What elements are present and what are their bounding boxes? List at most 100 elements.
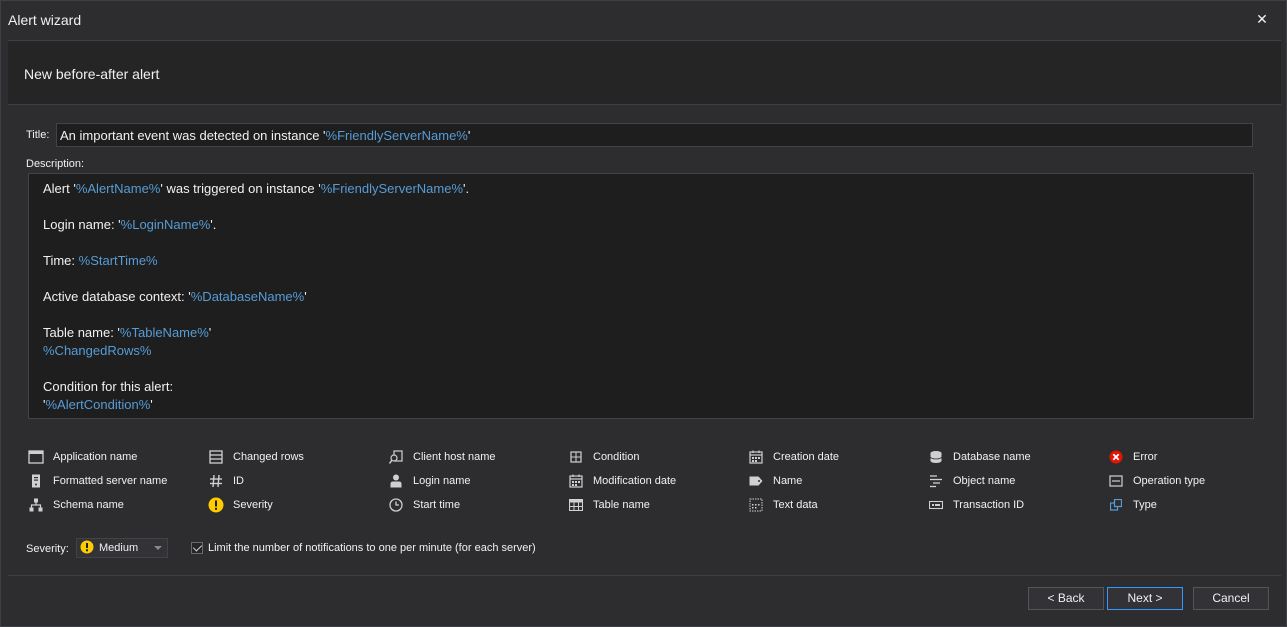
back-button[interactable]: < Back: [1028, 587, 1104, 610]
variable-token-severity[interactable]: Severity: [208, 496, 273, 514]
type-icon: [1108, 497, 1124, 513]
variable-token-formatted-server-name[interactable]: Formatted server name: [28, 472, 167, 490]
variable-token-database-name[interactable]: Database name: [928, 448, 1031, 466]
variable-token-transaction-id[interactable]: Transaction ID: [928, 496, 1024, 514]
token-label: Severity: [233, 499, 273, 511]
wizard-footer: < Back Next > Cancel: [8, 575, 1281, 621]
wizard-header: New before-after alert: [8, 40, 1281, 105]
transaction-icon: [928, 497, 944, 513]
token-label: Text data: [773, 499, 818, 511]
object-icon: [928, 473, 944, 489]
variable-token-table-name[interactable]: Table name: [568, 496, 650, 514]
token-label: Application name: [53, 451, 138, 463]
token-label: Changed rows: [233, 451, 304, 463]
calendar-icon: [568, 473, 584, 489]
token-label: Type: [1133, 499, 1157, 511]
variable-token-text-data[interactable]: Text data: [748, 496, 818, 514]
variable-token-schema-name[interactable]: Schema name: [28, 496, 124, 514]
token-label: Start time: [413, 499, 461, 511]
severity-value: Medium: [99, 542, 139, 554]
text-segment: '.: [210, 217, 217, 232]
error-icon: [1108, 449, 1124, 465]
text-segment: ': [150, 397, 153, 412]
text-segment: '.: [463, 181, 470, 196]
variable-token-start-time[interactable]: Start time: [388, 496, 460, 514]
wizard-body: Title: An important event was detected o…: [8, 105, 1281, 575]
token-label: Schema name: [53, 499, 124, 511]
user-icon: [388, 473, 404, 489]
title-label: Title:: [26, 129, 50, 141]
variable-placeholder: %LoginName%: [120, 217, 211, 232]
description-textarea[interactable]: Alert '%AlertName%' was triggered on ins…: [28, 173, 1254, 419]
variable-token-list: Application name Changed rows Client host …: [28, 445, 1278, 517]
limit-notifications-checkbox[interactable]: Limit the number of notifications to one…: [191, 542, 536, 554]
variable-token-operation-type[interactable]: Operation type: [1108, 472, 1205, 490]
description-line: [43, 270, 1239, 288]
severity-dropdown[interactable]: Medium: [76, 538, 168, 558]
severity-label: Severity:: [26, 543, 69, 555]
description-line: [43, 198, 1239, 216]
variable-token-changed-rows[interactable]: Changed rows: [208, 448, 304, 466]
operation-icon: [1108, 473, 1124, 489]
variable-token-login-name[interactable]: Login name: [388, 472, 471, 490]
host-search-icon: [388, 449, 404, 465]
next-button[interactable]: Next >: [1107, 587, 1183, 610]
chevron-down-icon: [154, 546, 162, 550]
text-segment: ': [304, 289, 307, 304]
variable-token-id[interactable]: ID: [208, 472, 244, 490]
text-segment: Active database context: ': [43, 289, 191, 304]
variable-token-application-name[interactable]: Application name: [28, 448, 137, 466]
token-label: Transaction ID: [953, 499, 1025, 511]
limit-notifications-label: Limit the number of notifications to one…: [208, 542, 536, 554]
description-line: Active database context: '%DatabaseName%…: [43, 288, 1239, 306]
token-label: ID: [233, 475, 244, 487]
variable-token-error[interactable]: Error: [1108, 448, 1157, 466]
text-segment: Login name: ': [43, 217, 121, 232]
token-label: Operation type: [1133, 475, 1206, 487]
variable-token-creation-date[interactable]: Creation date: [748, 448, 839, 466]
text-data-icon: [748, 497, 764, 513]
schema-icon: [28, 497, 44, 513]
variable-token-type[interactable]: Type: [1108, 496, 1157, 514]
description-label: Description:: [26, 158, 85, 170]
cancel-button[interactable]: Cancel: [1193, 587, 1269, 610]
table-icon: [568, 497, 584, 513]
variable-placeholder: %FriendlyServerName%: [325, 128, 468, 143]
close-icon[interactable]: ✕: [1252, 9, 1272, 29]
title-input[interactable]: An important event was detected on insta…: [56, 123, 1253, 147]
window-icon: [28, 449, 44, 465]
description-line: %ChangedRows%: [43, 342, 1239, 360]
variable-token-modification-date[interactable]: Modification date: [568, 472, 676, 490]
text-segment: Time:: [43, 253, 79, 268]
rows-icon: [208, 449, 224, 465]
variable-token-client-host-name[interactable]: Client host name: [388, 448, 496, 466]
token-label: Database name: [953, 451, 1031, 463]
token-label: Creation date: [773, 451, 840, 463]
description-line: [43, 306, 1239, 324]
variable-placeholder: %StartTime%: [78, 253, 158, 268]
token-label: Client host name: [413, 451, 496, 463]
token-label: Formatted server name: [53, 475, 168, 487]
variable-token-object-name[interactable]: Object name: [928, 472, 1015, 490]
token-label: Login name: [413, 475, 471, 487]
token-label: Condition: [593, 451, 640, 463]
token-label: Table name: [593, 499, 650, 511]
token-label: Object name: [953, 475, 1016, 487]
variable-placeholder: %TableName%: [119, 325, 209, 340]
token-label: Modification date: [593, 475, 677, 487]
text-segment: Condition for this alert:: [43, 379, 174, 394]
description-line: Login name: '%LoginName%'.: [43, 216, 1239, 234]
description-line: Table name: '%TableName%': [43, 324, 1239, 342]
text-segment: Alert ': [43, 181, 76, 196]
variable-token-name[interactable]: Name: [748, 472, 802, 490]
variable-placeholder: %AlertName%: [75, 181, 161, 196]
checkbox-checked[interactable]: [191, 542, 203, 554]
token-label: Name: [773, 475, 803, 487]
text-segment: Table name: ': [43, 325, 120, 340]
text-segment: ': [208, 325, 212, 340]
variable-token-condition[interactable]: Condition: [568, 448, 639, 466]
variable-placeholder: %FriendlyServerName%: [320, 181, 464, 196]
variable-placeholder: %DatabaseName%: [190, 289, 305, 304]
clock-icon: [388, 497, 404, 513]
text-segment: ' was triggered on instance ': [160, 181, 321, 196]
